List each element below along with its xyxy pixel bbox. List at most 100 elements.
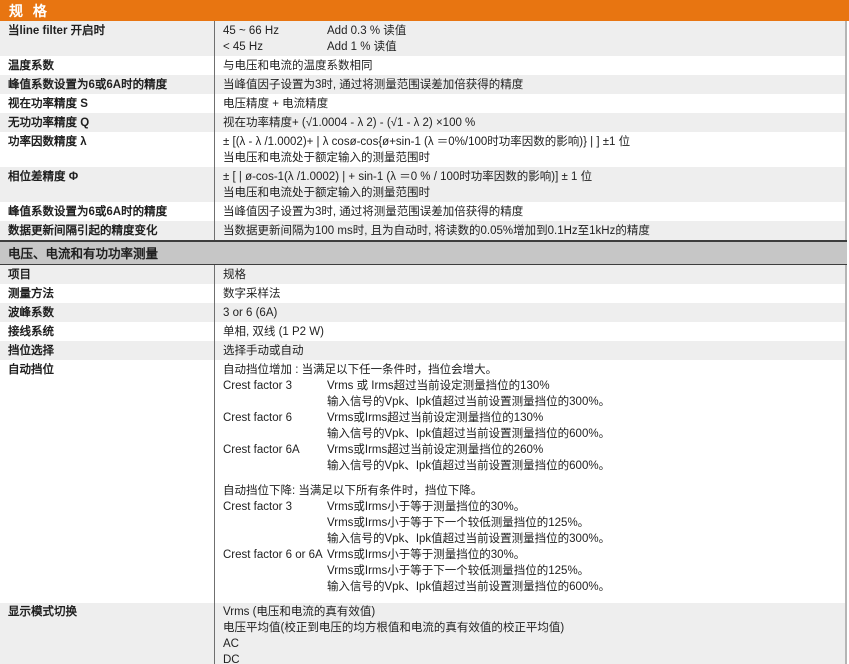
- table-row: 显示模式切换 Vrms (电压和电流的真有效值)电压平均值(校正到电压的均方根值…: [0, 603, 845, 664]
- value-line: 输入信号的Vpk、Ipk值超过当前设置测量挡位的600%。: [223, 579, 839, 595]
- value-sublabel: < 45 Hz: [223, 39, 327, 55]
- table-row: 项目 规格: [0, 265, 845, 284]
- value-line: 规格: [223, 267, 839, 283]
- spec-table-section-2: 项目 规格 测量方法 数字采样法 波峰系数 3 or 6 (6A) 接线系统 单…: [0, 265, 847, 664]
- value-text: 当峰值因子设置为3时, 通过将测量范围误差加倍获得的精度: [223, 204, 523, 220]
- value-sublabel: [223, 515, 327, 531]
- value-text: 电压平均值(校正到电压的均方根值和电流的真有效值的校正平均值): [223, 620, 564, 636]
- value-line: Vrms或Irms小于等于下一个较低测量挡位的125%。: [223, 563, 839, 579]
- value-text: Vrms 或 Irms超过当前设定测量挡位的130%: [327, 378, 550, 394]
- value-sublabel: 45 ~ 66 Hz: [223, 23, 327, 39]
- spec-value: 3 or 6 (6A): [215, 303, 845, 322]
- value-line: 输入信号的Vpk、Ipk值超过当前设置测量挡位的600%。: [223, 458, 839, 474]
- value-line: Vrms或Irms小于等于下一个较低测量挡位的125%。: [223, 515, 839, 531]
- value-text: 与电压和电流的温度系数相同: [223, 58, 373, 74]
- value-sublabel: Crest factor 6A: [223, 442, 327, 458]
- value-text: 输入信号的Vpk、Ipk值超过当前设置测量挡位的300%。: [327, 531, 610, 547]
- value-sublabel: Crest factor 6 or 6A: [223, 547, 327, 563]
- value-text: 3 or 6 (6A): [223, 305, 277, 321]
- value-line: Crest factor 6Vrms或Irms超过当前设定测量挡位的130%: [223, 410, 839, 426]
- table-row: 挡位选择 选择手动或自动: [0, 341, 845, 360]
- value-sublabel: Crest factor 3: [223, 499, 327, 515]
- value-sublabel: [223, 426, 327, 442]
- value-line: Vrms (电压和电流的真有效值): [223, 604, 839, 620]
- value-line: 与电压和电流的温度系数相同: [223, 58, 839, 74]
- value-text: 规格: [223, 267, 246, 283]
- value-line: DC: [223, 652, 839, 664]
- spec-label: 当line filter 开启时: [0, 21, 215, 56]
- table-row: 数据更新间隔引起的精度变化 当数据更新间隔为100 ms时, 且为自动时, 将读…: [0, 221, 845, 240]
- value-text: 输入信号的Vpk、Ipk值超过当前设置测量挡位的300%。: [327, 394, 610, 410]
- spec-label: 数据更新间隔引起的精度变化: [0, 221, 215, 240]
- spec-value: 规格: [215, 265, 845, 284]
- value-text: 当数据更新间隔为100 ms时, 且为自动时, 将读数的0.05%增加到0.1H…: [223, 223, 650, 239]
- table-row: 自动挡位 自动挡位增加 : 当满足以下任一条件时，挡位会增大。Crest fac…: [0, 360, 845, 603]
- spec-label: 温度系数: [0, 56, 215, 75]
- spec-value: ± [ | ø-cos-1(λ /1.0002) | + sin-1 (λ ＝0…: [215, 167, 845, 202]
- value-sublabel: [223, 579, 327, 595]
- value-text: 单相, 双线 (1 P2 W): [223, 324, 324, 340]
- value-line: Crest factor 3Vrms 或 Irms超过当前设定测量挡位的130%: [223, 378, 839, 394]
- spec-value: 视在功率精度+ (√1.0004 - λ 2) - (√1 - λ 2) ×10…: [215, 113, 845, 132]
- value-text: 输入信号的Vpk、Ipk值超过当前设置测量挡位的600%。: [327, 426, 610, 442]
- spec-label: 波峰系数: [0, 303, 215, 322]
- value-text: Vrms或Irms小于等于测量挡位的30%。: [327, 547, 525, 563]
- value-line: 自动挡位增加 : 当满足以下任一条件时，挡位会增大。: [223, 362, 839, 378]
- value-line: 电压精度 + 电流精度: [223, 96, 839, 112]
- value-text: 电压精度 + 电流精度: [223, 96, 328, 112]
- value-text: 自动挡位下降: 当满足以下所有条件时，挡位下降。: [223, 483, 482, 499]
- value-line: ± [(λ - λ /1.0002)+ | λ cosø-cos{ø+sin-1…: [223, 134, 839, 150]
- value-line: 输入信号的Vpk、Ipk值超过当前设置测量挡位的600%。: [223, 426, 839, 442]
- value-text: AC: [223, 636, 239, 652]
- spec-table-section-1: 当line filter 开启时 45 ~ 66 HzAdd 0.3 % 读值<…: [0, 21, 847, 240]
- value-line: 45 ~ 66 HzAdd 0.3 % 读值: [223, 23, 839, 39]
- value-text: 当电压和电流处于额定输入的测量范围时: [223, 150, 430, 166]
- spec-value: 自动挡位增加 : 当满足以下任一条件时，挡位会增大。Crest factor 3…: [215, 360, 845, 603]
- value-line: 当峰值因子设置为3时, 通过将测量范围误差加倍获得的精度: [223, 77, 839, 93]
- value-line: ± [ | ø-cos-1(λ /1.0002) | + sin-1 (λ ＝0…: [223, 169, 839, 185]
- page-title: 规 格: [9, 1, 50, 21]
- spec-value: 电压精度 + 电流精度: [215, 94, 845, 113]
- spec-title-bar: 规 格: [0, 0, 849, 21]
- value-line: Crest factor 3Vrms或Irms小于等于测量挡位的30%。: [223, 499, 839, 515]
- value-text: Vrms (电压和电流的真有效值): [223, 604, 375, 620]
- value-text: 当电压和电流处于额定输入的测量范围时: [223, 185, 430, 201]
- table-row: 接线系统 单相, 双线 (1 P2 W): [0, 322, 845, 341]
- table-row: 视在功率精度 S 电压精度 + 电流精度: [0, 94, 845, 113]
- value-text: Vrms或Irms超过当前设定测量挡位的130%: [327, 410, 543, 426]
- table-row: 波峰系数 3 or 6 (6A): [0, 303, 845, 322]
- value-line: 数字采样法: [223, 286, 839, 302]
- table-row: 测量方法 数字采样法: [0, 284, 845, 303]
- value-line: 视在功率精度+ (√1.0004 - λ 2) - (√1 - λ 2) ×10…: [223, 115, 839, 131]
- value-line: Crest factor 6AVrms或Irms超过当前设定测量挡位的260%: [223, 442, 839, 458]
- value-line: 当峰值因子设置为3时, 通过将测量范围误差加倍获得的精度: [223, 204, 839, 220]
- spec-value: 选择手动或自动: [215, 341, 845, 360]
- table-row: 无功功率精度 Q 视在功率精度+ (√1.0004 - λ 2) - (√1 -…: [0, 113, 845, 132]
- spec-value: 数字采样法: [215, 284, 845, 303]
- value-line: 选择手动或自动: [223, 343, 839, 359]
- value-line: 输入信号的Vpk、Ipk值超过当前设置测量挡位的300%。: [223, 531, 839, 547]
- spec-value: 与电压和电流的温度系数相同: [215, 56, 845, 75]
- value-line: 电压平均值(校正到电压的均方根值和电流的真有效值的校正平均值): [223, 620, 839, 636]
- value-text: 输入信号的Vpk、Ipk值超过当前设置测量挡位的600%。: [327, 458, 610, 474]
- spec-label: 测量方法: [0, 284, 215, 303]
- value-line: 当数据更新间隔为100 ms时, 且为自动时, 将读数的0.05%增加到0.1H…: [223, 223, 839, 239]
- value-text: Add 0.3 % 读值: [327, 23, 406, 39]
- line-spacer: [223, 474, 839, 483]
- value-sublabel: [223, 531, 327, 547]
- value-text: Vrms或Irms小于等于下一个较低测量挡位的125%。: [327, 563, 589, 579]
- value-text: 选择手动或自动: [223, 343, 304, 359]
- value-sublabel: [223, 563, 327, 579]
- spec-label: 接线系统: [0, 322, 215, 341]
- value-text: Add 1 % 读值: [327, 39, 397, 55]
- spec-label: 无功功率精度 Q: [0, 113, 215, 132]
- table-row: 峰值系数设置为6或6A时的精度 当峰值因子设置为3时, 通过将测量范围误差加倍获…: [0, 202, 845, 221]
- spec-label: 相位差精度 Φ: [0, 167, 215, 202]
- value-text: Vrms或Irms小于等于下一个较低测量挡位的125%。: [327, 515, 589, 531]
- value-line: 当电压和电流处于额定输入的测量范围时: [223, 150, 839, 166]
- value-text: ± [ | ø-cos-1(λ /1.0002) | + sin-1 (λ ＝0…: [223, 169, 592, 185]
- spec-value: 45 ~ 66 HzAdd 0.3 % 读值< 45 HzAdd 1 % 读值: [215, 21, 845, 56]
- value-sublabel: [223, 394, 327, 410]
- spec-label: 自动挡位: [0, 360, 215, 603]
- value-text: ± [(λ - λ /1.0002)+ | λ cosø-cos{ø+sin-1…: [223, 134, 630, 150]
